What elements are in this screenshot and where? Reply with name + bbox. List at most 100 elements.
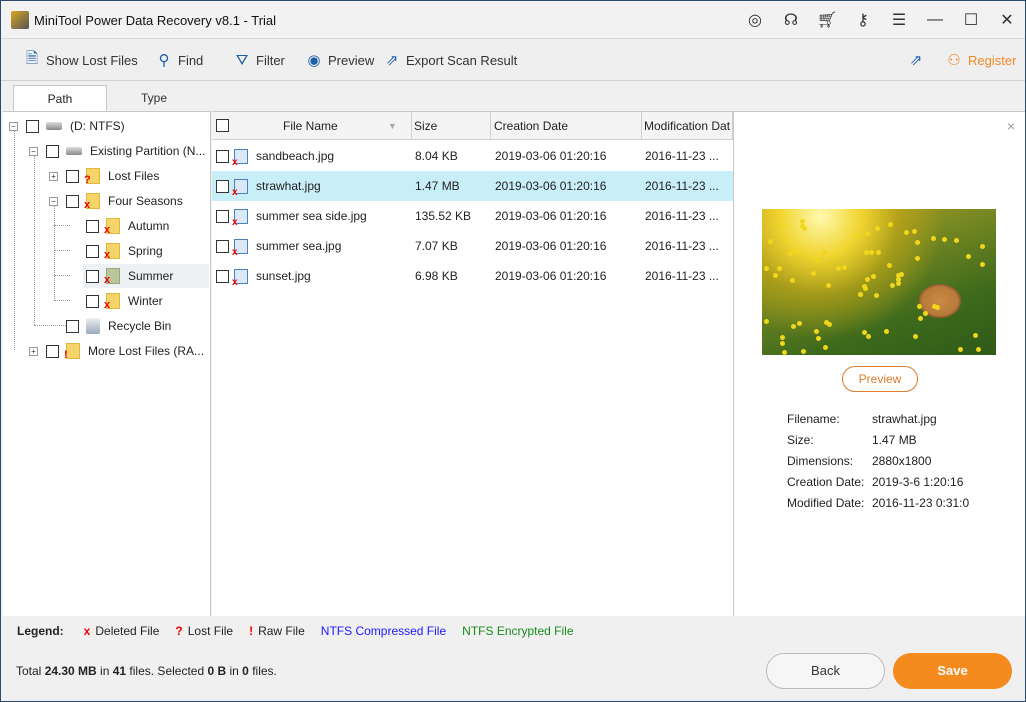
flower-dot — [779, 335, 785, 340]
tree-node-drive-d[interactable]: − (D: NTFS) — [9, 115, 125, 137]
info-key: Filename: — [787, 412, 840, 426]
find-button[interactable]: ⚲ Find — [155, 51, 204, 69]
support-headset-icon[interactable]: ☊ — [773, 1, 809, 39]
partition-icon — [66, 147, 82, 155]
file-checkbox[interactable] — [216, 209, 229, 223]
tree-checkbox[interactable] — [46, 144, 59, 158]
file-modification-date: 2016-11-23 ... — [645, 209, 719, 223]
column-modification-date[interactable]: Modification Dat — [642, 112, 733, 140]
key-icon[interactable]: ⚷ — [845, 1, 881, 39]
file-checkbox[interactable] — [216, 149, 229, 163]
expand-icon[interactable]: + — [29, 346, 38, 356]
flower-dot — [842, 265, 848, 271]
cart-icon[interactable]: 🛒︎ — [809, 1, 845, 39]
tree-node-summer[interactable]: x Summer — [83, 264, 209, 288]
file-checkbox[interactable] — [216, 239, 229, 253]
legend-compressed: NTFS Compressed File — [320, 624, 447, 638]
tree-node-recycle-bin[interactable]: Recycle Bin — [66, 315, 171, 337]
flower-dot — [895, 280, 901, 286]
file-modification-date: 2016-11-23 ... — [645, 239, 719, 253]
flower-dot — [822, 345, 828, 351]
preview-button[interactable]: Preview — [842, 366, 918, 392]
register-button[interactable]: ⚇ Register — [945, 51, 1016, 69]
flower-dot — [811, 270, 817, 276]
flower-dot — [932, 303, 938, 309]
collapse-icon[interactable]: − — [9, 121, 18, 131]
column-size[interactable]: Size — [412, 112, 491, 140]
tree-node-existing-partition[interactable]: − Existing Partition (N... — [29, 140, 205, 162]
preview-panel: × Preview Filename: strawhat.jpg Size: 1.47… — [733, 111, 1025, 616]
filter-button[interactable]: ⛛ Filter — [233, 51, 285, 69]
save-button[interactable]: Save — [893, 653, 1012, 689]
flower-dot — [923, 311, 929, 317]
flower-dot — [917, 304, 923, 310]
flower-dot — [864, 276, 870, 282]
back-button[interactable]: Back — [766, 653, 885, 689]
eye-icon: ◉ — [307, 52, 321, 69]
file-size: 1.47 MB — [415, 179, 460, 193]
raw-folder-icon: ! — [64, 343, 80, 361]
tree-checkbox[interactable] — [86, 294, 99, 308]
tab-type[interactable]: Type — [107, 85, 201, 112]
expand-icon[interactable]: + — [49, 171, 58, 181]
file-row[interactable]: x summer sea.jpg 7.07 KB 2019-03-06 01:20:1… — [212, 231, 733, 261]
collapse-icon[interactable]: − — [49, 196, 58, 206]
file-modification-date: 2016-11-23 ... — [645, 269, 719, 283]
preview-toolbar-button[interactable]: ◉ Preview — [305, 51, 374, 69]
flower-dot — [973, 332, 979, 338]
flower-dot — [853, 233, 859, 239]
file-row[interactable]: x sandbeach.jpg 8.04 KB 2019-03-06 01:20:16… — [212, 141, 733, 171]
info-value: 2016-11-23 0:31:0 — [872, 496, 970, 510]
collapse-icon[interactable]: − — [29, 146, 38, 156]
tree-node-winter[interactable]: x Winter — [86, 290, 163, 312]
tree-node-lost-files[interactable]: + ? Lost Files — [49, 165, 159, 187]
tree-node-more-lost-files[interactable]: + ! More Lost Files (RA... — [29, 340, 204, 362]
tab-path[interactable]: Path — [13, 85, 107, 112]
flower-dot — [979, 261, 985, 267]
file-row[interactable]: x sunset.jpg 6.98 KB 2019-03-06 01:20:16 201… — [212, 261, 733, 291]
close-icon[interactable]: ✕ — [989, 1, 1025, 39]
flower-dot — [866, 334, 872, 340]
tree-checkbox[interactable] — [26, 119, 39, 133]
file-row[interactable]: x summer sea side.jpg 135.52 KB 2019-03-06 … — [212, 201, 733, 231]
info-value: 1.47 MB — [872, 433, 917, 447]
file-row[interactable]: x strawhat.jpg 1.47 MB 2019-03-06 01:20:16 2… — [212, 171, 733, 201]
tree-checkbox[interactable] — [46, 344, 59, 358]
tree-node-spring[interactable]: x Spring — [86, 240, 163, 262]
flower-dot — [942, 237, 948, 243]
disc-icon[interactable]: ◎ — [737, 1, 773, 39]
file-checkbox[interactable] — [216, 179, 229, 193]
show-lost-files-button[interactable]: 🗎 Show Lost Files — [23, 50, 138, 69]
tree-checkbox[interactable] — [66, 319, 79, 333]
recycle-bin-icon — [86, 318, 100, 334]
deleted-folder-icon: x — [104, 268, 120, 286]
file-modification-date: 2016-11-23 ... — [645, 149, 719, 163]
deleted-folder-icon: x — [84, 193, 100, 211]
column-file-name[interactable]: File Name ▼ — [212, 112, 412, 140]
menu-icon[interactable]: ☰ — [881, 1, 917, 39]
flower-dot — [793, 248, 798, 254]
file-checkbox[interactable] — [216, 269, 229, 283]
tree-checkbox[interactable] — [86, 244, 99, 258]
minimize-icon[interactable]: — — [917, 1, 953, 39]
tree-node-four-seasons[interactable]: − x Four Seasons — [49, 190, 183, 212]
legend-deleted: x Deleted File — [83, 624, 160, 638]
close-preview-icon[interactable]: × — [1007, 118, 1015, 134]
export-scan-result-button[interactable]: ⇗ Export Scan Result — [383, 51, 518, 69]
folder-tree: − (D: NTFS) − Existing Partition (N... +… — [3, 111, 211, 616]
column-creation-date[interactable]: Creation Date — [491, 112, 642, 140]
preview-thumbnail — [762, 209, 996, 355]
flower-dot — [884, 328, 890, 334]
tree-checkbox[interactable] — [86, 269, 99, 283]
flower-dot — [874, 225, 880, 231]
flower-dot — [780, 221, 786, 227]
tree-checkbox[interactable] — [66, 169, 79, 183]
tree-node-autumn[interactable]: x Autumn — [86, 215, 169, 237]
flower-dot — [863, 249, 869, 255]
flower-dot — [822, 250, 828, 256]
tree-checkbox[interactable] — [86, 219, 99, 233]
share-button[interactable]: ⇗ — [907, 51, 930, 69]
maximize-icon[interactable]: ☐ — [953, 1, 989, 39]
tree-checkbox[interactable] — [66, 194, 79, 208]
select-all-checkbox[interactable] — [216, 119, 229, 132]
